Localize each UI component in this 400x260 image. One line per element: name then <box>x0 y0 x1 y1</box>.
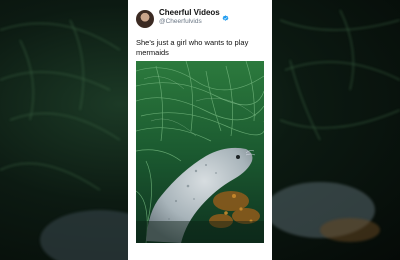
account-info: Cheerful Videos @Cheerfulvids <box>159 9 229 26</box>
verified-badge-icon <box>222 10 229 21</box>
post-header: Cheerful Videos @Cheerfulvids <box>136 9 268 31</box>
name-row: Cheerful Videos <box>159 9 229 21</box>
avatar[interactable] <box>136 10 154 28</box>
display-name[interactable]: Cheerful Videos <box>159 9 220 17</box>
post-video[interactable] <box>136 61 264 243</box>
account-handle[interactable]: @Cheerfulvids <box>159 18 229 26</box>
reel-viewport: Cheerful Videos @Cheerfulvids She's just… <box>0 0 400 260</box>
underwater-seal-image <box>136 61 264 243</box>
post-caption: She's just a girl who wants to play merm… <box>136 38 249 57</box>
post-card: Cheerful Videos @Cheerfulvids She's just… <box>128 0 272 260</box>
